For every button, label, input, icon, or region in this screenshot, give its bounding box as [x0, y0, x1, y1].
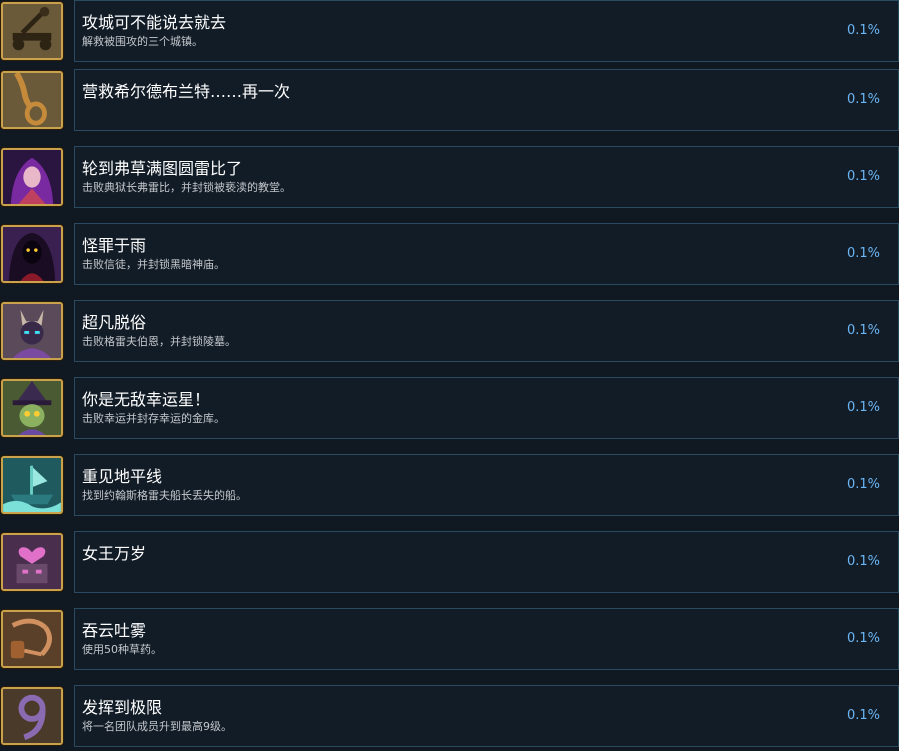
achievement-card: 你是无敌幸运星！ 击败幸运并封存幸运的金库。 0.1%	[74, 377, 899, 439]
rope-noose-icon	[1, 71, 63, 129]
achievement-list: 攻城可不能说去就去 解救被围攻的三个城镇。 0.1% 营救希尔德布兰特……再一次…	[0, 0, 899, 751]
achievement-card: 攻城可不能说去就去 解救被围攻的三个城镇。 0.1%	[74, 0, 899, 62]
heart-crown-golem-icon	[1, 533, 63, 591]
achievement-description: 击败幸运并封存幸运的金库。	[82, 412, 225, 425]
achievement-unlock-percent: 0.1%	[846, 477, 880, 492]
achievement-row[interactable]: 你是无敌幸运星！ 击败幸运并封存幸运的金库。 0.1%	[0, 377, 899, 441]
achievement-card: 女王万岁 0.1%	[74, 531, 899, 593]
demon-lord-icon	[1, 302, 63, 360]
achievement-card: 营救希尔德布兰特……再一次 0.1%	[74, 69, 899, 131]
achievement-title: 吞云吐雾	[82, 621, 147, 640]
achievement-row[interactable]: 怪罪于雨 击败信徒，并封锁黑暗神庙。 0.1%	[0, 223, 899, 287]
achievement-unlock-percent: 0.1%	[846, 323, 880, 338]
achievement-row[interactable]: 吞云吐雾 使用50种草药。 0.1%	[0, 608, 899, 672]
achievement-unlock-percent: 0.1%	[846, 708, 880, 723]
achievement-description: 击败格雷夫伯恩，并封锁陵墓。	[82, 335, 236, 348]
smoking-pipe-icon	[1, 610, 63, 668]
achievement-unlock-percent: 0.1%	[846, 246, 880, 261]
achievement-description: 击败信徒，并封锁黑暗神庙。	[82, 258, 225, 271]
achievement-row[interactable]: 轮到弗草满图圆雷比了 击败典狱长弗雷比，并封锁被亵渎的教堂。 0.1%	[0, 146, 899, 210]
achievement-title: 超凡脱俗	[82, 313, 147, 332]
achievement-unlock-percent: 0.1%	[846, 554, 880, 569]
achievement-unlock-percent: 0.1%	[846, 169, 880, 184]
achievement-row[interactable]: 超凡脱俗 击败格雷夫伯恩，并封锁陵墓。 0.1%	[0, 300, 899, 364]
achievement-card: 超凡脱俗 击败格雷夫伯恩，并封锁陵墓。 0.1%	[74, 300, 899, 362]
sorceress-portrait-icon	[1, 148, 63, 206]
achievement-row[interactable]: 攻城可不能说去就去 解救被围攻的三个城镇。 0.1%	[0, 0, 899, 64]
achievement-unlock-percent: 0.1%	[846, 23, 880, 38]
achievement-row[interactable]: 发挥到极限 将一名团队成员升到最高9级。 0.1%	[0, 685, 899, 749]
hooded-cultist-icon	[1, 225, 63, 283]
achievement-title: 轮到弗草满图圆雷比了	[82, 159, 243, 178]
achievement-row[interactable]: 营救希尔德布兰特……再一次 0.1%	[0, 69, 899, 133]
achievement-card: 轮到弗草满图圆雷比了 击败典狱长弗雷比，并封锁被亵渎的教堂。 0.1%	[74, 146, 899, 208]
achievement-description: 找到约翰斯格雷夫船长丢失的船。	[82, 489, 247, 502]
achievement-description: 击败典狱长弗雷比，并封锁被亵渎的教堂。	[82, 181, 291, 194]
achievement-title: 发挥到极限	[82, 698, 163, 717]
achievement-title: 女王万岁	[82, 544, 147, 563]
ghost-ship-icon	[1, 456, 63, 514]
achievement-card: 重见地平线 找到约翰斯格雷夫船长丢失的船。 0.1%	[74, 454, 899, 516]
achievement-title: 营救希尔德布兰特……再一次	[82, 82, 291, 101]
siege-catapult-icon	[1, 2, 63, 60]
achievement-description: 将一名团队成员升到最高9级。	[82, 720, 232, 733]
achievement-unlock-percent: 0.1%	[846, 400, 880, 415]
achievement-unlock-percent: 0.1%	[846, 92, 880, 107]
achievement-title: 怪罪于雨	[82, 236, 147, 255]
achievement-title: 你是无敌幸运星！	[82, 390, 211, 409]
number-nine-icon	[1, 687, 63, 745]
achievement-title: 重见地平线	[82, 467, 163, 486]
achievement-card: 发挥到极限 将一名团队成员升到最高9级。 0.1%	[74, 685, 899, 747]
achievement-card: 吞云吐雾 使用50种草药。 0.1%	[74, 608, 899, 670]
goblin-witch-icon	[1, 379, 63, 437]
achievement-row[interactable]: 女王万岁 0.1%	[0, 531, 899, 595]
achievement-description: 解救被围攻的三个城镇。	[82, 35, 203, 48]
achievement-title: 攻城可不能说去就去	[82, 13, 227, 32]
achievement-unlock-percent: 0.1%	[846, 631, 880, 646]
achievement-row[interactable]: 重见地平线 找到约翰斯格雷夫船长丢失的船。 0.1%	[0, 454, 899, 518]
achievement-card: 怪罪于雨 击败信徒，并封锁黑暗神庙。 0.1%	[74, 223, 899, 285]
achievement-description: 使用50种草药。	[82, 643, 162, 656]
